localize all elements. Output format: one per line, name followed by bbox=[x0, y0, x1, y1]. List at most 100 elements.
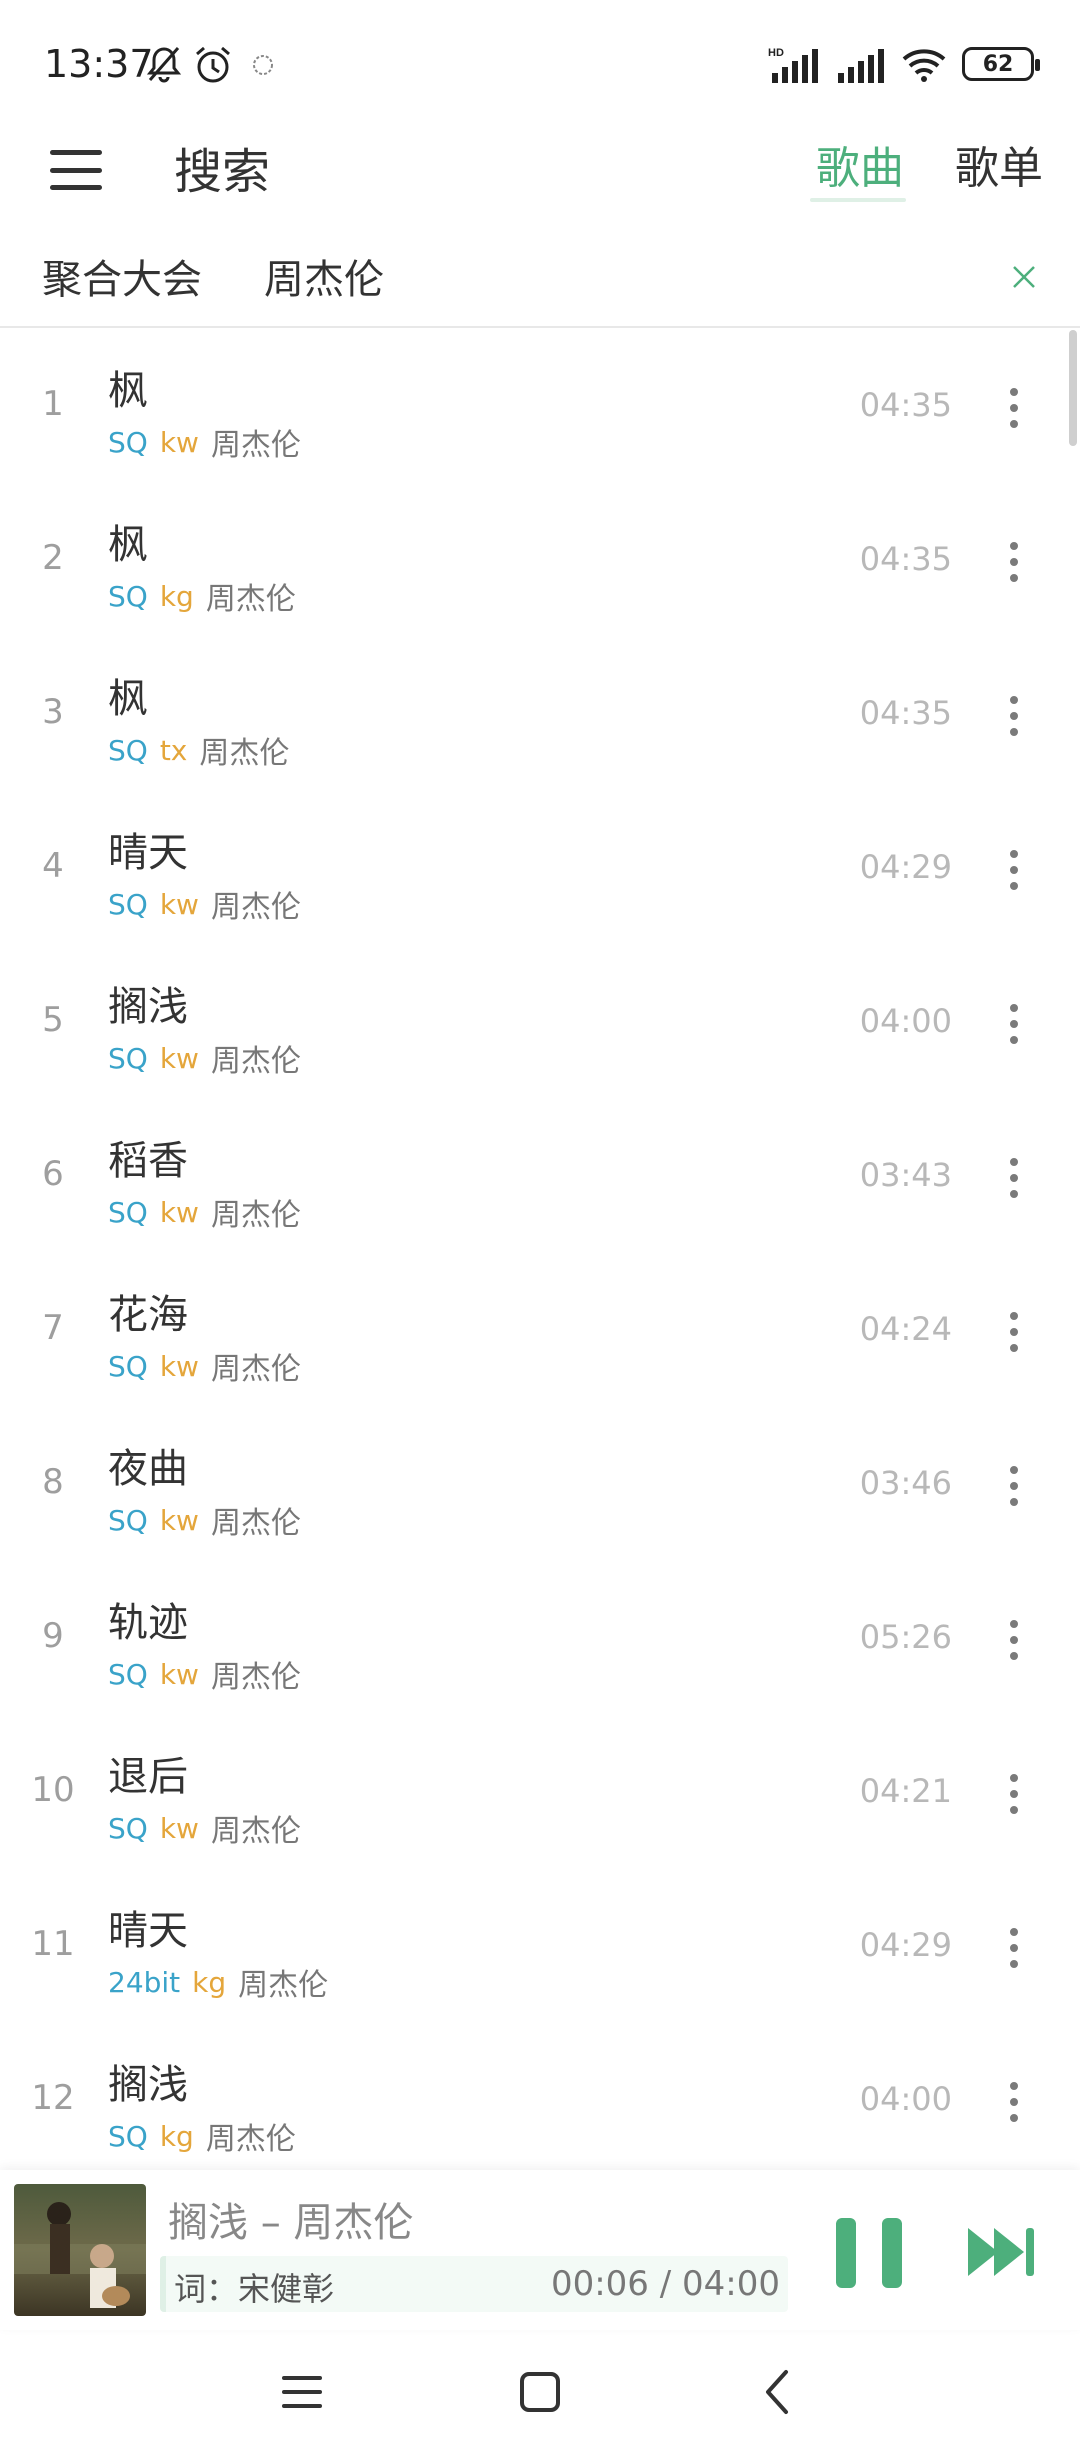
song-duration: 04:29 bbox=[859, 848, 952, 886]
pause-icon[interactable] bbox=[836, 2218, 902, 2288]
battery-icon: 62 bbox=[962, 47, 1040, 81]
quality-badge: SQ bbox=[108, 1657, 148, 1691]
signal-icon: HD bbox=[768, 47, 818, 83]
song-row[interactable]: 5 搁浅 SQ kw 周杰伦 04:00 bbox=[0, 946, 1080, 1100]
song-index: 4 bbox=[42, 846, 64, 886]
search-query[interactable]: 周杰伦 bbox=[264, 247, 384, 305]
song-index: 7 bbox=[42, 1308, 64, 1348]
song-index: 3 bbox=[42, 692, 64, 732]
song-row[interactable]: 12 搁浅 SQ kg 周杰伦 04:00 bbox=[0, 2024, 1080, 2170]
song-title: 晴天 bbox=[108, 1908, 188, 1954]
menu-icon[interactable] bbox=[46, 142, 106, 198]
song-row[interactable]: 6 稻香 SQ kw 周杰伦 03:43 bbox=[0, 1100, 1080, 1254]
more-icon[interactable] bbox=[1002, 542, 1026, 582]
tab-playlists[interactable]: 歌单 bbox=[955, 132, 1043, 196]
quality-badge: 24bit bbox=[108, 1965, 181, 1999]
song-row[interactable]: 7 花海 SQ kw 周杰伦 04:24 bbox=[0, 1254, 1080, 1408]
song-title: 搁浅 bbox=[108, 984, 188, 1030]
song-row[interactable]: 1 枫 SQ kw 周杰伦 04:35 bbox=[0, 330, 1080, 484]
source-badge: kw bbox=[159, 1503, 199, 1537]
app-header: 搜索 歌曲 歌单 bbox=[0, 120, 1080, 220]
quality-badge: SQ bbox=[108, 1503, 148, 1537]
more-icon[interactable] bbox=[1002, 1620, 1026, 1660]
song-title: 枫 bbox=[108, 522, 148, 568]
song-duration: 03:43 bbox=[859, 1156, 952, 1194]
source-badge: kw bbox=[159, 1041, 199, 1075]
source-badge: tx bbox=[159, 733, 188, 767]
play-time: 00:06 / 04:00 bbox=[550, 2264, 780, 2304]
quality-badge: SQ bbox=[108, 1811, 148, 1845]
song-artist: 周杰伦 bbox=[210, 428, 301, 463]
more-icon[interactable] bbox=[1002, 1158, 1026, 1198]
source-badge: kw bbox=[159, 1195, 199, 1229]
song-index: 8 bbox=[42, 1462, 64, 1502]
nav-menu-icon[interactable] bbox=[272, 2362, 332, 2422]
tab-songs[interactable]: 歌曲 bbox=[816, 132, 904, 196]
song-row[interactable]: 3 枫 SQ tx 周杰伦 04:35 bbox=[0, 638, 1080, 792]
source-badge: kw bbox=[159, 1811, 199, 1845]
song-meta: SQ kw 周杰伦 bbox=[108, 420, 301, 464]
nav-back-icon[interactable] bbox=[748, 2362, 808, 2422]
bell-off-icon bbox=[146, 47, 182, 83]
more-icon[interactable] bbox=[1002, 696, 1026, 736]
more-icon[interactable] bbox=[1002, 388, 1026, 428]
source-badge: kg bbox=[192, 1965, 227, 1999]
song-index: 5 bbox=[42, 1000, 64, 1040]
song-artist: 周杰伦 bbox=[210, 1660, 301, 1695]
scrollbar[interactable] bbox=[1069, 330, 1077, 446]
song-duration: 04:00 bbox=[859, 1002, 952, 1040]
song-row[interactable]: 2 枫 SQ kg 周杰伦 04:35 bbox=[0, 484, 1080, 638]
search-source-selector[interactable]: 聚合大会 bbox=[42, 247, 202, 305]
signal-icon-2 bbox=[838, 49, 884, 83]
album-cover[interactable] bbox=[14, 2184, 146, 2316]
song-duration: 04:35 bbox=[859, 694, 952, 732]
song-artist: 周杰伦 bbox=[210, 890, 301, 925]
more-icon[interactable] bbox=[1002, 1774, 1026, 1814]
song-duration: 04:35 bbox=[859, 386, 952, 424]
song-duration: 04:00 bbox=[859, 2080, 952, 2118]
source-badge: kw bbox=[159, 1349, 199, 1383]
song-meta: SQ kg 周杰伦 bbox=[108, 574, 296, 618]
player-bar[interactable]: 搁浅 – 周杰伦 词：宋健彰 00:06 / 04:00 bbox=[0, 2170, 1080, 2330]
song-row[interactable]: 10 退后 SQ kw 周杰伦 04:21 bbox=[0, 1716, 1080, 1870]
song-title: 退后 bbox=[108, 1754, 188, 1800]
song-title: 枫 bbox=[108, 676, 148, 722]
app-notification-icon bbox=[253, 55, 273, 75]
svg-text:HD: HD bbox=[768, 47, 784, 59]
song-row[interactable]: 9 轨迹 SQ kw 周杰伦 05:26 bbox=[0, 1562, 1080, 1716]
more-icon[interactable] bbox=[1002, 1928, 1026, 1968]
song-title: 轨迹 bbox=[108, 1600, 188, 1646]
status-bar: 13:37 HD 62 bbox=[0, 0, 1080, 120]
song-title: 稻香 bbox=[108, 1138, 188, 1184]
song-meta: SQ kg 周杰伦 bbox=[108, 2114, 296, 2158]
song-title: 夜曲 bbox=[108, 1446, 188, 1492]
source-badge: kw bbox=[159, 1657, 199, 1691]
song-artist: 周杰伦 bbox=[210, 1044, 301, 1079]
song-artist: 周杰伦 bbox=[205, 582, 296, 617]
quality-badge: SQ bbox=[108, 1041, 148, 1075]
song-row[interactable]: 8 夜曲 SQ kw 周杰伦 03:46 bbox=[0, 1408, 1080, 1562]
song-row[interactable]: 11 晴天 24bit kg 周杰伦 04:29 bbox=[0, 1870, 1080, 2024]
song-row[interactable]: 4 晴天 SQ kw 周杰伦 04:29 bbox=[0, 792, 1080, 946]
song-meta: SQ kw 周杰伦 bbox=[108, 1498, 301, 1542]
nav-home-icon[interactable] bbox=[510, 2362, 570, 2422]
song-artist: 周杰伦 bbox=[238, 1968, 329, 2003]
more-icon[interactable] bbox=[1002, 850, 1026, 890]
song-artist: 周杰伦 bbox=[205, 2122, 296, 2157]
song-list[interactable]: 1 枫 SQ kw 周杰伦 04:35 2 枫 SQ kg 周杰伦 04:35 3 枫 SQ tx 周杰伦 04:… bbox=[0, 330, 1080, 2170]
quality-badge: SQ bbox=[108, 1349, 148, 1383]
status-time: 13:37 bbox=[44, 42, 154, 86]
more-icon[interactable] bbox=[1002, 2082, 1026, 2122]
song-duration: 04:24 bbox=[859, 1310, 952, 1348]
song-index: 9 bbox=[42, 1616, 64, 1656]
more-icon[interactable] bbox=[1002, 1312, 1026, 1352]
more-icon[interactable] bbox=[1002, 1466, 1026, 1506]
song-meta: SQ tx 周杰伦 bbox=[108, 728, 289, 772]
close-icon[interactable] bbox=[1006, 259, 1042, 295]
more-icon[interactable] bbox=[1002, 1004, 1026, 1044]
lyric-text: 词：宋健彰 bbox=[174, 2270, 335, 2308]
alarm-icon bbox=[196, 46, 230, 83]
quality-badge: SQ bbox=[108, 2119, 148, 2153]
quality-badge: SQ bbox=[108, 425, 148, 459]
next-icon[interactable] bbox=[964, 2222, 1038, 2282]
